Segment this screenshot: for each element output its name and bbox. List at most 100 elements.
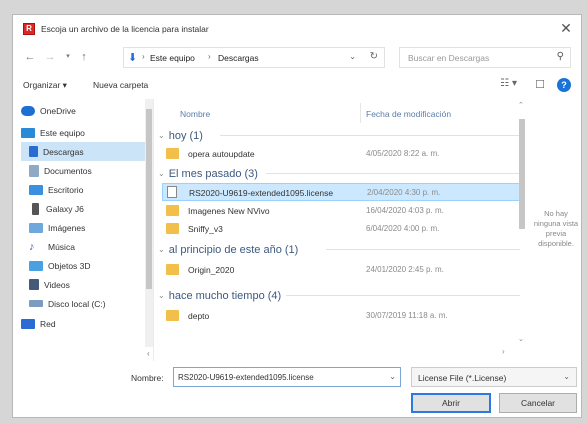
file-row[interactable]: Imagenes New NVivo 16/04/2020 4:03 p. m. [162, 202, 524, 220]
3d-objects-icon [29, 260, 43, 271]
group-header-today[interactable]: ⌄ hoy (1) [158, 127, 203, 144]
cancel-button[interactable]: Cancelar [499, 393, 577, 413]
help-icon[interactable]: ? [557, 78, 571, 92]
file-type-select[interactable]: License File (*.License) ⌄ [411, 367, 577, 387]
nav-label: Galaxy J6 [46, 203, 84, 214]
breadcrumb-downloads[interactable]: Descargas [218, 53, 259, 63]
nav-item-this-pc[interactable]: Este equipo [21, 123, 145, 142]
filename-value[interactable]: RS2020-U9619-extended1095.license [178, 373, 314, 382]
videos-icon [29, 279, 39, 290]
file-name: depto [188, 311, 210, 321]
crumb-separator-icon: › [142, 52, 145, 61]
images-icon [29, 222, 43, 233]
file-row[interactable]: depto 30/07/2019 11:18 a. m. [162, 307, 524, 325]
preview-pane-message: No hay ninguna vista previa disponible. [533, 209, 579, 248]
nav-item-onedrive[interactable]: OneDrive [21, 101, 145, 120]
open-button[interactable]: Abrir [411, 393, 491, 413]
nav-item-downloads[interactable]: Descargas [21, 142, 145, 161]
nav-item-music[interactable]: ♪ Música [29, 237, 153, 256]
group-divider-line [220, 135, 520, 136]
file-scrollbar[interactable] [518, 109, 526, 349]
group-header-earlier-this-year[interactable]: ⌄ al principio de este año (1) [158, 241, 298, 258]
group-divider-line [326, 249, 520, 250]
path-dropdown-icon[interactable]: ⌄ [349, 52, 356, 61]
desktop-icon [29, 184, 43, 195]
search-input[interactable]: Buscar en Descargas [408, 53, 489, 63]
dialog-footer: Nombre: RS2020-U9619-extended1095.licens… [13, 367, 581, 417]
nav-item-documents[interactable]: Documentos [29, 161, 153, 180]
scroll-down-icon[interactable]: ⌄ [518, 335, 524, 343]
filename-label: Nombre: [131, 373, 164, 383]
file-row-selected[interactable]: RS2020-U9619-extended1095.license 2/04/2… [162, 183, 524, 201]
back-arrow-icon[interactable]: ← [23, 49, 37, 65]
file-row[interactable]: Sniffy_v3 6/04/2020 4:00 p. m. [162, 220, 524, 238]
search-box[interactable]: Buscar en Descargas ⚲ [399, 47, 571, 68]
column-divider[interactable] [360, 103, 361, 123]
download-icon [29, 146, 38, 157]
filename-input[interactable]: RS2020-U9619-extended1095.license ⌄ [173, 367, 401, 387]
breadcrumb-this-pc[interactable]: Este equipo [150, 53, 195, 63]
folder-icon [166, 264, 179, 275]
organize-button[interactable]: Organizar ▾ [23, 80, 67, 91]
collapse-chevron-icon[interactable]: ⌄ [158, 245, 165, 254]
nav-label: Descargas [43, 146, 84, 157]
file-row[interactable]: opera autoupdate 4/05/2020 8:22 a. m. [162, 145, 524, 163]
nav-scroll-thumb[interactable] [146, 109, 152, 289]
file-name: Origin_2020 [188, 265, 235, 275]
nav-label: Objetos 3D [48, 260, 91, 271]
file-list-pane: Nombre Fecha de modificación ⌄ hoy (1) o… [153, 99, 531, 361]
file-name: RS2020-U9619-extended1095.license [189, 188, 334, 198]
collapse-chevron-icon[interactable]: ⌄ [158, 169, 165, 178]
collapse-chevron-icon[interactable]: ⌄ [158, 291, 165, 300]
file-open-dialog: R Escoja un archivo de la licencia para … [12, 14, 582, 418]
path-box[interactable]: ⬇ › Este equipo › Descargas ⌄ ↻ [123, 47, 385, 68]
nav-item-3d-objects[interactable]: Objetos 3D [29, 256, 153, 275]
group-header-long-ago[interactable]: ⌄ hace mucho tiempo (4) [158, 287, 281, 304]
nav-item-galaxy-j6[interactable]: Galaxy J6 [29, 199, 153, 218]
file-row[interactable]: Origin_2020 24/01/2020 2:45 p. m. [162, 261, 524, 279]
nav-item-desktop[interactable]: Escritorio [29, 180, 153, 199]
nav-scrollbar[interactable] [145, 99, 153, 347]
group-header-last-month[interactable]: ⌄ El mes pasado (3) [158, 165, 258, 182]
group-divider-line [266, 173, 520, 174]
collapse-chevron-icon[interactable]: ⌄ [158, 131, 165, 140]
nav-label: Documentos [44, 165, 92, 176]
nav-item-videos[interactable]: Videos [29, 275, 153, 294]
phone-icon [32, 202, 39, 215]
folder-icon [166, 310, 179, 321]
scroll-up-icon[interactable]: ⌃ [518, 101, 524, 109]
nav-label: Disco local (C:) [48, 298, 106, 309]
nav-item-local-disk[interactable]: Disco local (C:) [29, 294, 153, 313]
address-bar: ← → ▾ ↑ ⬇ › Este equipo › Descargas ⌄ ↻ … [13, 47, 581, 69]
folder-icon [166, 148, 179, 159]
column-header-modified[interactable]: Fecha de modificación [366, 99, 451, 125]
license-file-icon [167, 186, 177, 198]
search-icon[interactable]: ⚲ [557, 51, 564, 62]
forward-arrow-icon[interactable]: → [43, 49, 57, 65]
new-folder-button[interactable]: Nueva carpeta [93, 80, 148, 90]
nav-item-images[interactable]: Imágenes [29, 218, 153, 237]
close-button[interactable]: ✕ [557, 20, 575, 38]
recent-dropdown-icon[interactable]: ▾ [61, 49, 75, 65]
drive-icon [29, 300, 43, 307]
music-icon: ♪ [29, 240, 35, 253]
command-bar: Organizar ▾ Nueva carpeta ☷ ▾ ☐ ? [13, 75, 581, 97]
network-icon [21, 319, 35, 329]
nav-label: OneDrive [40, 105, 76, 116]
file-type-dropdown-icon[interactable]: ⌄ [563, 372, 570, 381]
file-date: 4/05/2020 8:22 a. m. [366, 149, 440, 158]
column-header-name[interactable]: Nombre [180, 99, 210, 125]
preview-pane-icon[interactable]: ☐ [535, 78, 545, 91]
nav-label: Música [48, 241, 75, 252]
refresh-icon[interactable]: ↻ [370, 51, 378, 62]
file-date: 24/01/2020 2:45 p. m. [366, 265, 444, 274]
nav-label: Imágenes [48, 222, 86, 233]
up-arrow-icon[interactable]: ↑ [77, 49, 91, 65]
filename-dropdown-icon[interactable]: ⌄ [389, 372, 396, 381]
scroll-right-icon[interactable]: › [502, 347, 505, 356]
view-options-icon[interactable]: ☷ ▾ [500, 78, 517, 89]
nav-item-network[interactable]: Red [21, 317, 145, 331]
file-scroll-thumb[interactable] [519, 119, 525, 229]
folder-icon [166, 223, 179, 234]
nav-label: Videos [44, 279, 70, 290]
